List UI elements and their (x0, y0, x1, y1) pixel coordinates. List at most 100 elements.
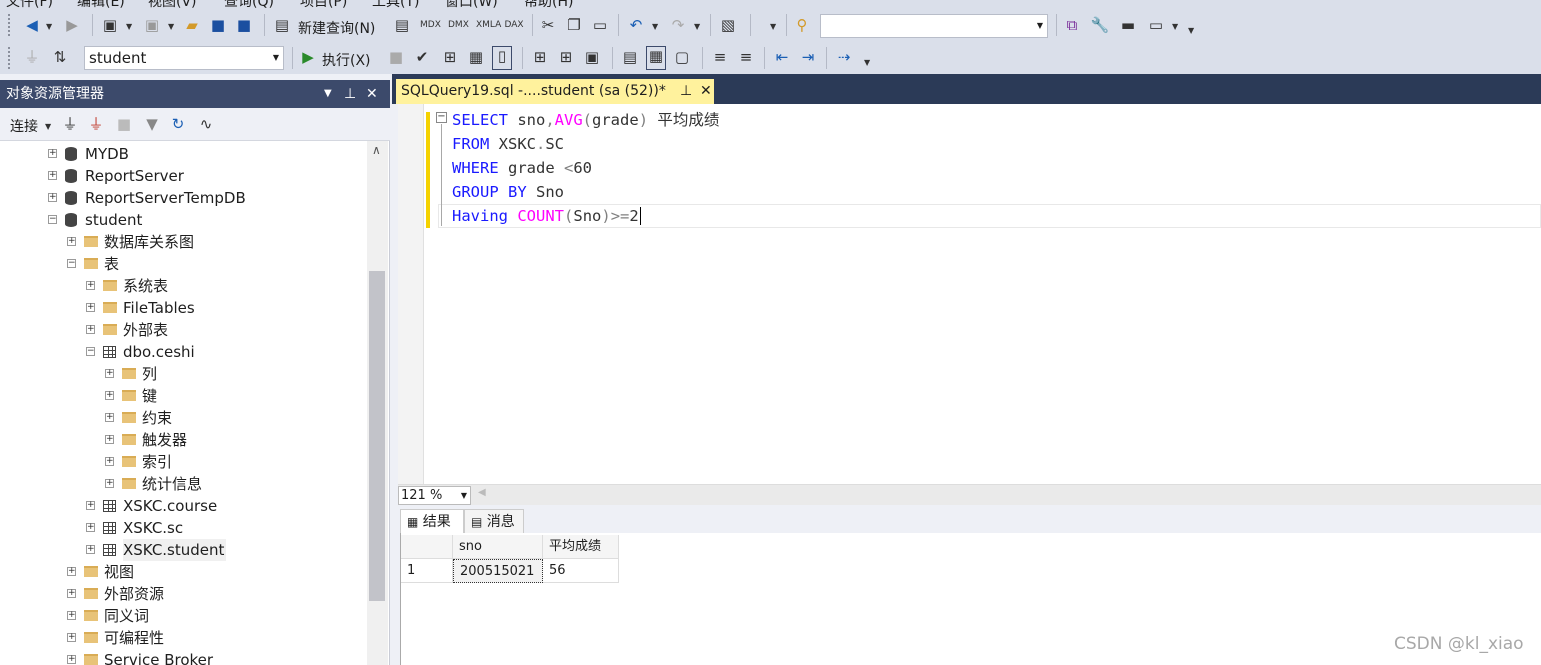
code-line[interactable]: SELECT sno,AVG(grade) 平均成绩 (452, 108, 719, 132)
scroll-up-icon[interactable]: ∧ (372, 143, 381, 157)
refresh-icon[interactable]: ↻ (168, 115, 188, 133)
activity-monitor-icon[interactable]: ∿ (196, 115, 216, 133)
tree-node[interactable]: + 外部资源 (0, 583, 367, 605)
tree-node[interactable]: − student (0, 209, 367, 231)
undo-icon[interactable]: ↶ (626, 16, 646, 34)
close-pane-icon[interactable]: ✕ (366, 80, 378, 108)
uncomment-icon[interactable]: ≡ (736, 48, 756, 66)
toolbox-icon[interactable]: ▬ (1118, 16, 1138, 34)
find-combo[interactable]: ▼ (820, 14, 1048, 38)
connect-button[interactable]: 连接 (10, 116, 38, 136)
row-header-corner[interactable] (401, 535, 453, 559)
cell-avg[interactable]: 56 (543, 559, 619, 583)
tree-node[interactable]: + Service Broker (0, 649, 367, 665)
expand-node-icon[interactable]: + (48, 171, 57, 180)
zoom-arrow-icon[interactable]: ▼ (461, 487, 467, 504)
scroll-left-icon[interactable]: ◀ (478, 487, 486, 498)
disconnect-icon[interactable]: ⏚ (86, 115, 106, 133)
tree-node[interactable]: + 约束 (0, 407, 367, 429)
terminal-dropdown-icon[interactable]: ▼ (1172, 22, 1178, 31)
save-all-icon[interactable]: ■ (234, 16, 254, 34)
tree-scrollbar[interactable]: ∧ (367, 141, 388, 665)
properties-wrench-icon[interactable]: 🔧 (1090, 16, 1110, 34)
tree-node[interactable]: + 统计信息 (0, 473, 367, 495)
expand-node-icon[interactable]: + (86, 501, 95, 510)
collapse-icon[interactable]: − (436, 112, 447, 123)
filter-icon[interactable]: ▼ (142, 115, 162, 133)
expand-node-icon[interactable]: + (105, 369, 114, 378)
expand-node-icon[interactable]: + (105, 391, 114, 400)
tab-results[interactable]: ▦ 结果 (400, 509, 464, 533)
activity-monitor-icon[interactable]: ▧ (718, 16, 738, 34)
tab-pin-icon[interactable]: ⊥ (680, 79, 692, 104)
toolbar-overflow-icon[interactable]: ▼ (1188, 26, 1194, 35)
save-icon[interactable]: ■ (208, 16, 228, 34)
menu-file[interactable]: 文件(F) (6, 0, 53, 8)
specify-values-icon[interactable]: ⇢ (834, 48, 854, 66)
tree-node[interactable]: − 表 (0, 253, 367, 275)
new-project-dropdown-icon[interactable]: ▼ (126, 22, 132, 31)
toolbar-overflow-icon[interactable]: ▼ (864, 58, 870, 67)
new-query-icon[interactable]: ▤ (272, 16, 292, 34)
stop-icon[interactable]: ■ (114, 115, 134, 133)
tree-node[interactable]: + 列 (0, 363, 367, 385)
menu-window[interactable]: 窗口(W) (445, 0, 498, 8)
terminal-icon[interactable]: ▭ (1146, 16, 1166, 34)
undo-dropdown-icon[interactable]: ▼ (652, 22, 658, 31)
intellisense-icon[interactable]: ▯ (492, 46, 512, 70)
tree-node[interactable]: + 数据库关系图 (0, 231, 367, 253)
connect-plug-icon[interactable]: ⏚ (60, 115, 80, 133)
menu-edit[interactable]: 编辑(E) (77, 0, 125, 8)
tree-node[interactable]: + 视图 (0, 561, 367, 583)
results-grid[interactable]: sno 平均成绩 1 200515021 56 (400, 533, 1541, 665)
connect-dropdown-icon[interactable]: ▼ (45, 122, 51, 131)
db-engine-query-icon[interactable]: ▤ (392, 16, 412, 34)
solution-config-dropdown-icon[interactable]: ▼ (770, 22, 776, 31)
scrollbar-thumb[interactable] (369, 271, 385, 601)
sql-editor[interactable]: − SELECT sno,AVG(grade) 平均成绩 FROM XSKC.SC… (398, 104, 1541, 484)
menu-query[interactable]: 查询(Q) (224, 0, 274, 8)
new-query-button[interactable]: 新建查询(N) (298, 18, 375, 38)
expand-node-icon[interactable]: + (86, 325, 95, 334)
execute-icon[interactable]: ▶ (298, 48, 318, 66)
row-number[interactable]: 1 (401, 559, 453, 583)
expand-node-icon[interactable]: + (86, 303, 95, 312)
tree-node[interactable]: + ReportServerTempDB (0, 187, 367, 209)
paste-icon[interactable]: ▭ (590, 16, 610, 34)
tree-node[interactable]: + 可编程性 (0, 627, 367, 649)
pin-icon[interactable]: ⊥ (344, 80, 356, 108)
collapse-node-icon[interactable]: − (67, 259, 76, 268)
mdx-query-icon[interactable]: MDX (420, 16, 441, 34)
connect-icon[interactable]: ⏚ (22, 48, 42, 66)
expand-node-icon[interactable]: + (48, 149, 57, 158)
tab-close-icon[interactable]: ✕ (700, 79, 712, 104)
include-plan-icon[interactable]: ⊞ (530, 48, 550, 66)
parse-icon[interactable]: ✔ (412, 48, 432, 66)
display-plan-icon[interactable]: ⊞ (440, 48, 460, 66)
add-item-icon[interactable]: ▣ (142, 16, 162, 34)
column-header-avg[interactable]: 平均成绩 (543, 535, 619, 559)
find-combo-arrow-icon[interactable]: ▼ (1037, 15, 1043, 37)
client-stats-icon[interactable]: ▣ (582, 48, 602, 66)
change-connection-icon[interactable]: ⇅ (50, 48, 70, 66)
forward-icon[interactable]: ▶ (62, 16, 82, 34)
code-line[interactable]: GROUP BY Sno (452, 180, 564, 204)
live-stats-icon[interactable]: ⊞ (556, 48, 576, 66)
expand-node-icon[interactable]: + (105, 457, 114, 466)
code-line[interactable]: Having COUNT(Sno)>=2​ (452, 204, 641, 228)
expand-node-icon[interactable]: + (86, 523, 95, 532)
open-file-icon[interactable]: ▰ (182, 16, 202, 34)
new-project-icon[interactable]: ▣ (100, 16, 120, 34)
tree-node[interactable]: + 键 (0, 385, 367, 407)
tree-node[interactable]: − dbo.ceshi (0, 341, 367, 363)
menu-view[interactable]: 视图(V) (148, 0, 197, 8)
results-to-text-icon[interactable]: ▤ (620, 48, 640, 66)
execute-button[interactable]: 执行(X) (322, 50, 371, 70)
collapse-node-icon[interactable]: − (48, 215, 57, 224)
dax-query-icon[interactable]: DAX (504, 16, 524, 34)
column-header-sno[interactable]: sno (453, 535, 543, 559)
tree-node[interactable]: + 索引 (0, 451, 367, 473)
expand-node-icon[interactable]: + (86, 545, 95, 554)
visual-studio-icon[interactable]: ⧉ (1062, 16, 1082, 34)
expand-node-icon[interactable]: + (48, 193, 57, 202)
